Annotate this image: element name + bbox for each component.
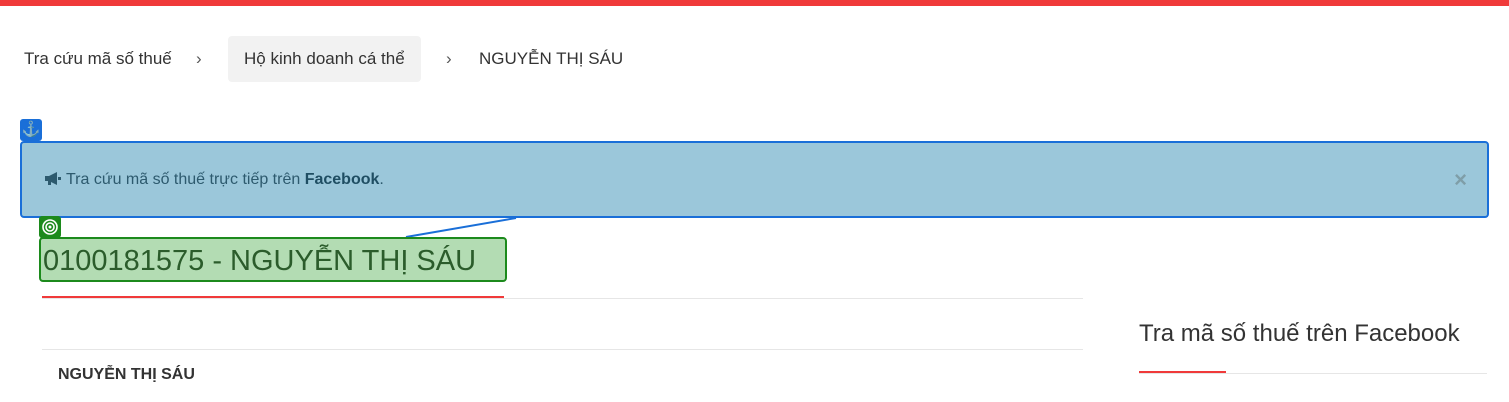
business-name: NGUYỄN THỊ SÁU — [58, 366, 195, 383]
page-title-highlight: 0100181575 - NGUYỄN THỊ SÁU — [39, 237, 507, 282]
target-icon — [39, 216, 61, 238]
divider — [42, 349, 1083, 350]
divider — [42, 298, 1083, 299]
page-title: 0100181575 - NGUYỄN THỊ SÁU — [43, 245, 477, 277]
divider — [1139, 373, 1487, 374]
sidebar-title: Tra mã số thuế trên Facebook — [1139, 320, 1460, 347]
